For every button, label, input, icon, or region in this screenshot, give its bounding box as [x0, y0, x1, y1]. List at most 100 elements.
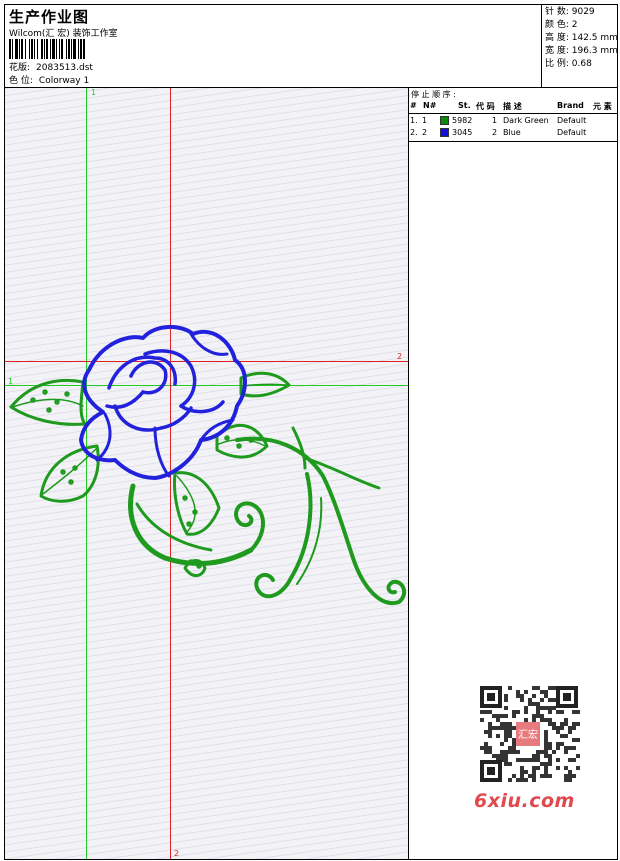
barcode-bar: [85, 39, 86, 59]
stitch-dot: [42, 389, 48, 395]
qr-module: [552, 698, 556, 702]
stop-sequence-table: 停 止 顺 序 : # N# St. 代 码 描 述 Brand 元 素 1. …: [409, 88, 617, 142]
qr-module: [548, 754, 552, 758]
qr-module: [480, 710, 484, 714]
qr-module: [524, 718, 528, 722]
qr-module: [488, 746, 492, 750]
qr-module: [544, 742, 548, 746]
qr-module: [512, 746, 516, 750]
embroidery-design: [9, 325, 407, 606]
qr-module: [500, 722, 504, 726]
stitch-dot: [54, 399, 60, 405]
qr-module: [524, 778, 528, 782]
qr-module: [572, 746, 576, 750]
col-code: 代 码: [476, 102, 495, 111]
qr-module: [544, 738, 548, 742]
stitch-dot: [64, 391, 70, 397]
qr-module: [488, 726, 492, 730]
qr-module: [536, 766, 540, 770]
qr-module: [500, 742, 504, 746]
qr-module: [532, 686, 536, 690]
qr-module: [548, 762, 552, 766]
qr-module: [576, 754, 580, 758]
qr-module: [508, 762, 512, 766]
qr-module: [500, 754, 504, 758]
qr-module: [504, 762, 508, 766]
qr-module: [516, 758, 520, 762]
qr-module: [568, 770, 572, 774]
design-ratio: 比 例: 0.68: [545, 59, 592, 69]
qr-module: [516, 694, 520, 698]
qr-module: [504, 754, 508, 758]
colorway-line: 色 位: Colorway 1: [9, 73, 89, 86]
row-description: Blue: [503, 128, 521, 137]
row-stitches: 5982: [452, 116, 473, 125]
qr-module: [544, 734, 548, 738]
qr-module: [560, 722, 564, 726]
qr-module: [544, 762, 548, 766]
qr-module: [508, 734, 512, 738]
qr-module: [532, 766, 536, 770]
qr-module: [564, 746, 568, 750]
qr-module: [556, 742, 560, 746]
qr-module: [512, 714, 516, 718]
qr-module: [488, 730, 492, 734]
row-description: Dark Green: [503, 116, 549, 125]
qr-module: [512, 738, 516, 742]
header-panel: 生产作业图 Wilcom(汇 宏) 装饰工作室 花版: 2083513.dst 色…: [4, 4, 618, 88]
qr-module: [516, 690, 520, 694]
qr-module: [576, 738, 580, 742]
qr-module: [560, 734, 564, 738]
col-stitches: St.: [458, 101, 471, 110]
table-row[interactable]: 1. 1 5982 1 Dark Green Default: [409, 115, 617, 127]
qr-module: [556, 710, 560, 714]
qr-module: [516, 710, 520, 714]
studio-name: Wilcom(汇 宏) 装饰工作室: [9, 29, 118, 39]
qr-module: [512, 710, 516, 714]
table-row[interactable]: 2. 2 3045 2 Blue Default: [409, 127, 617, 139]
qr-module: [528, 698, 532, 702]
qr-module: [572, 758, 576, 762]
qr-module: [532, 714, 536, 718]
qr-module: [532, 758, 536, 762]
qr-module: [504, 750, 508, 754]
design-canvas[interactable]: 1 1 2 2: [4, 88, 409, 860]
qr-module: [568, 774, 572, 778]
document-title: 生产作业图: [9, 8, 90, 26]
qr-module: [516, 750, 520, 754]
qr-module: [520, 778, 524, 782]
qr-module: [504, 726, 508, 730]
qr-module: [544, 690, 548, 694]
qr-module: [536, 754, 540, 758]
qr-module: [564, 734, 568, 738]
qr-module: [572, 738, 576, 742]
qr-module: [504, 694, 508, 698]
blue-stitch-layer: [79, 325, 247, 480]
qr-module: [524, 770, 528, 774]
color-swatch[interactable]: [440, 128, 449, 137]
qr-module: [524, 706, 528, 710]
qr-module: [508, 730, 512, 734]
qr-module: [564, 750, 568, 754]
qr-module: [540, 706, 544, 710]
qr-module: [536, 702, 540, 706]
stop-sequence-title: 停 止 顺 序 :: [411, 90, 456, 99]
qr-module: [556, 746, 560, 750]
qr-module: [564, 722, 568, 726]
color-swatch[interactable]: [440, 116, 449, 125]
qr-module: [532, 718, 536, 722]
qr-module: [508, 750, 512, 754]
qr-module: [564, 774, 568, 778]
qr-module: [484, 750, 488, 754]
col-brand: Brand: [557, 101, 584, 110]
qr-module: [512, 750, 516, 754]
qr-module: [484, 742, 488, 746]
green-stitch-layer: [9, 371, 407, 606]
qr-module: [524, 690, 528, 694]
row-number: 1: [422, 116, 428, 125]
qr-module: [508, 722, 512, 726]
qr-module: [540, 698, 544, 702]
qr-module: [488, 722, 492, 726]
qr-module: [572, 722, 576, 726]
qr-module: [544, 694, 548, 698]
